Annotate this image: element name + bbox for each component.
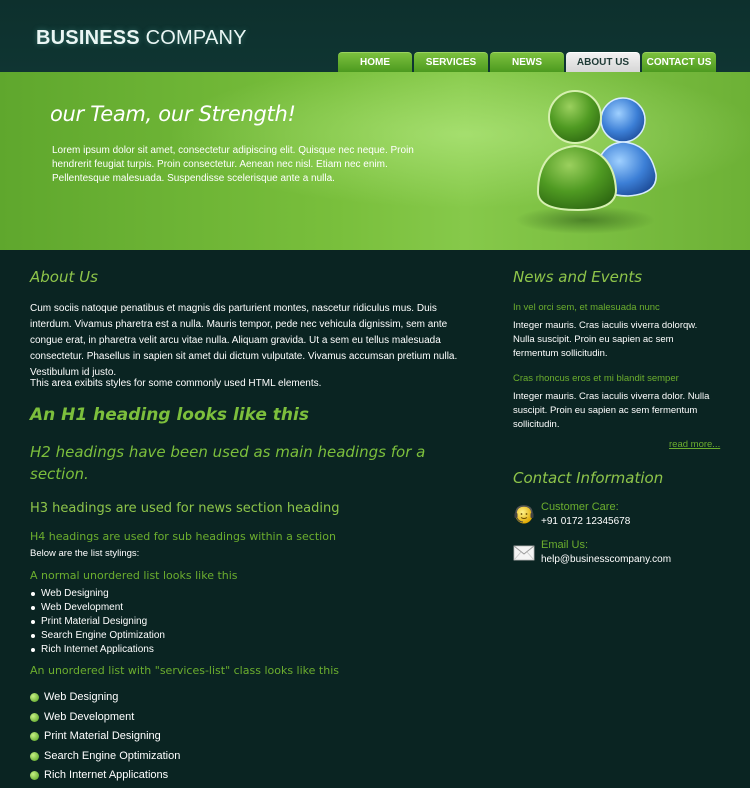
check-bullet-icon (30, 751, 39, 761)
nav-home[interactable]: HOME (338, 52, 412, 72)
unordered-list: Web Designing Web Development Print Mate… (30, 587, 165, 657)
check-bullet-icon (30, 732, 39, 742)
about-heading: About Us (30, 268, 98, 286)
services-list-label: Rich Internet Applications (44, 769, 169, 782)
services-list-item: Web Development (30, 708, 180, 728)
services-list-item: Print Material Designing (30, 727, 180, 747)
customer-care-phone: +91 0172 12345678 (541, 516, 631, 527)
logo-text: COMPANY (145, 27, 247, 49)
banner-text: Lorem ipsum dolor sit amet, consectetur … (52, 145, 414, 184)
check-bullet-icon (30, 712, 39, 722)
customer-care-label: Customer Care: (541, 501, 619, 513)
list-note: Below are the list stylings: (30, 548, 140, 559)
list-item: Print Material Designing (30, 615, 165, 629)
check-bullet-icon (30, 771, 39, 781)
h4-sample-heading: H4 headings are used for sub headings wi… (30, 530, 336, 543)
read-more-link[interactable]: read more... (669, 439, 720, 450)
news-item: In vel orci sem, et malesuada nunc Integ… (513, 302, 713, 361)
nav-services[interactable]: SERVICES (414, 52, 488, 72)
about-paragraph: Cum sociis natoque penatibus et magnis d… (30, 303, 458, 378)
h1-sample-heading: An H1 heading looks like this (30, 405, 309, 425)
contact-heading: Contact Information (513, 469, 664, 487)
news-item-title[interactable]: In vel orci sem, et malesuada nunc (513, 302, 713, 313)
news-item-body: Integer mauris. Cras iaculis viverra dol… (513, 391, 710, 430)
area-note: This area exibits styles for some common… (30, 378, 322, 389)
services-list: Web Designing Web Development Print Mate… (30, 688, 180, 786)
hero-banner: our Team, our Strength! Lorem ipsum dolo… (0, 72, 750, 250)
services-list-label: Web Development (44, 710, 135, 723)
h3-sample-heading: H3 headings are used for news section he… (30, 501, 340, 516)
news-item: Cras rhoncus eros et mi blandit semper I… (513, 373, 713, 432)
main-nav: HOME SERVICES NEWS ABOUT US CONTACT US (338, 52, 718, 72)
unordered-list-heading: A normal unordered list looks like this (30, 569, 238, 582)
email-label: Email Us: (541, 539, 589, 551)
news-heading: News and Events (513, 268, 643, 286)
services-list-item: Rich Internet Applications (30, 766, 180, 786)
check-bullet-icon (30, 693, 39, 702)
email-address[interactable]: help@businesscompany.com (541, 554, 671, 565)
services-list-label: Search Engine Optimization (44, 749, 181, 762)
nav-contact-us[interactable]: CONTACT US (642, 52, 716, 72)
list-item: Web Development (30, 601, 165, 615)
site-header: BUSINESS COMPANY HOME SERVICES NEWS ABOU… (0, 0, 750, 72)
list-item: Rich Internet Applications (30, 643, 165, 657)
services-list-item: Search Engine Optimization (30, 747, 180, 767)
team-users-icon (515, 90, 657, 234)
services-list-label: Web Designing (44, 691, 119, 703)
list-item: Search Engine Optimization (30, 629, 165, 643)
nav-news[interactable]: NEWS (490, 52, 564, 72)
news-item-body: Integer mauris. Cras iaculis viverra dol… (513, 320, 698, 359)
site-logo[interactable]: BUSINESS COMPANY (36, 27, 247, 50)
banner-title: our Team, our Strength! (50, 102, 296, 126)
h2-sample-heading: H2 headings have been used as main headi… (30, 443, 426, 483)
services-list-label: Print Material Designing (44, 730, 161, 743)
news-item-title[interactable]: Cras rhoncus eros et mi blandit semper (513, 373, 713, 384)
services-list-item: Web Designing (30, 688, 180, 708)
envelope-icon (513, 545, 535, 561)
services-list-heading: An unordered list with "services-list" c… (30, 664, 339, 677)
nav-about-us[interactable]: ABOUT US (566, 52, 640, 72)
list-item: Web Designing (30, 587, 165, 601)
headset-support-icon (514, 505, 534, 524)
logo-bold-text: BUSINESS (36, 27, 140, 49)
